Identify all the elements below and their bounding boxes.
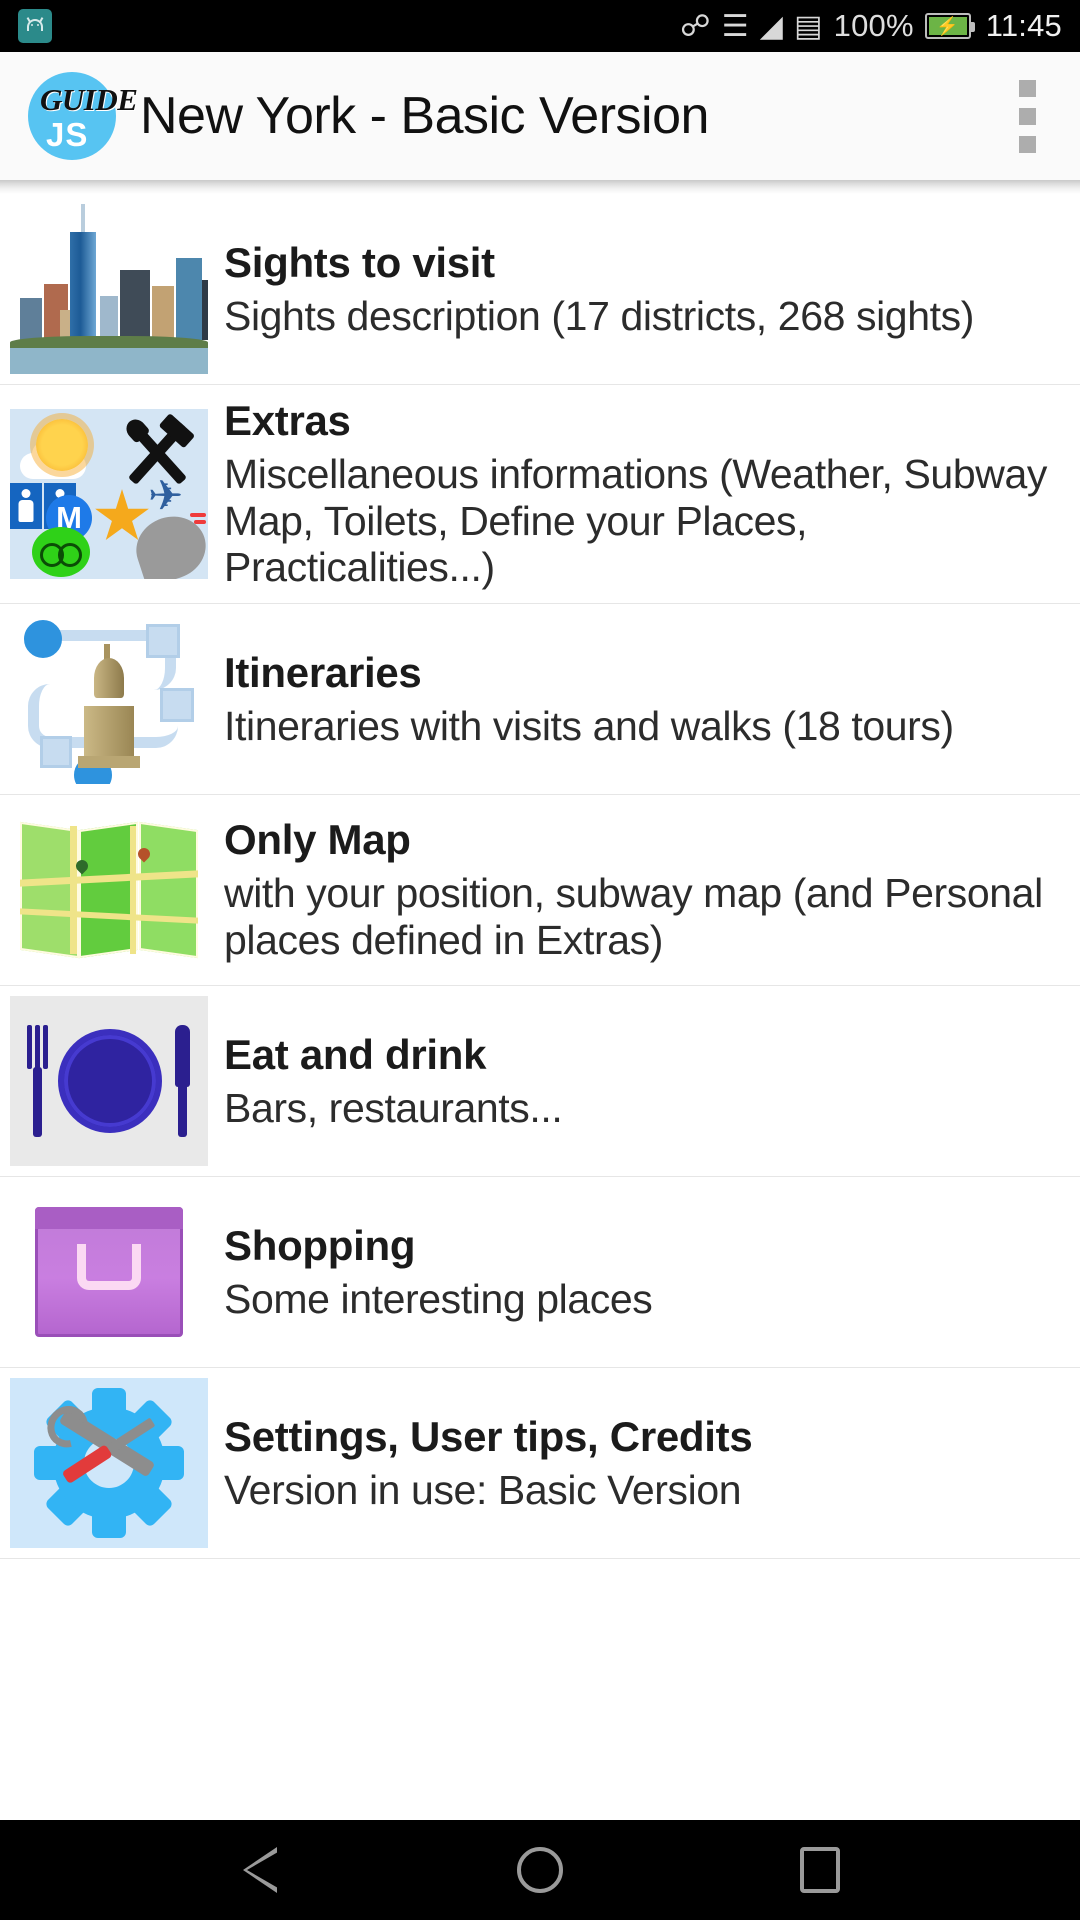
wifi-icon: ◢ (759, 9, 784, 43)
app-bar-divider (0, 180, 1080, 194)
list-item-subtitle: Version in use: Basic Version (224, 1466, 742, 1513)
logo-js-text: JS (46, 116, 89, 153)
list-item[interactable]: Eat and drink Bars, restaurants... (0, 986, 1080, 1178)
status-bar-clock: 11:45 (985, 8, 1062, 43)
list-item-title: Shopping (224, 1221, 416, 1269)
menu-list: Sights to visit Sights description (17 d… (0, 194, 1080, 1560)
list-item-subtitle: Itineraries with visits and walks (18 to… (224, 702, 954, 749)
list-item-text: Only Map with your position, subway map … (220, 795, 1080, 985)
list-item[interactable]: Settings, User tips, Credits Version in … (0, 1368, 1080, 1560)
status-bar: ☍ ☰ ◢ ▤ 100% ⚡ 11:45 (0, 0, 1080, 52)
list-item-title: Itineraries (224, 648, 422, 696)
list-item-title: Sights to visit (224, 238, 495, 286)
overflow-menu-icon[interactable] (1000, 71, 1054, 161)
list-item-subtitle: Sights description (17 districts, 268 si… (224, 292, 974, 339)
android-notification-icon (18, 9, 52, 43)
battery-charging-icon: ⚡ (924, 13, 975, 39)
list-item-subtitle: Some interesting places (224, 1275, 653, 1322)
bluetooth-icon: ☍ (680, 9, 711, 43)
guide-js-logo: GUIDE JS (26, 70, 138, 162)
home-circle-icon[interactable] (500, 1830, 580, 1910)
list-item-text: Sights to visit Sights description (17 d… (220, 194, 1080, 384)
recents-square-icon[interactable] (780, 1830, 860, 1910)
list-item[interactable]: Itineraries Itineraries with visits and … (0, 604, 1080, 796)
logo-guide-text: GUIDE (40, 82, 138, 117)
list-item-text: Shopping Some interesting places (220, 1177, 1080, 1367)
list-item-text: Eat and drink Bars, restaurants... (220, 986, 1080, 1176)
list-item-text: Extras Miscellaneous informations (Weath… (220, 385, 1080, 603)
back-triangle-icon[interactable] (220, 1830, 300, 1910)
status-bar-left (18, 9, 52, 43)
list-item-text: Settings, User tips, Credits Version in … (220, 1368, 1080, 1558)
list-item-subtitle: Miscellaneous informations (Weather, Sub… (224, 451, 1047, 591)
list-item-subtitle: with your position, subway map (and Pers… (224, 870, 1043, 964)
plate-cutlery-thumbnail (0, 986, 220, 1176)
android-navigation-bar (0, 1820, 1080, 1920)
list-item-subtitle: Bars, restaurants... (224, 1084, 563, 1131)
battery-percent: 100% (833, 8, 914, 43)
list-item-title: Settings, User tips, Credits (224, 1412, 753, 1460)
list-item-title: Eat and drink (224, 1030, 487, 1078)
list-item[interactable]: M ✈ Extras Miscellaneous informations (W… (0, 385, 1080, 605)
status-bar-right: ☍ ☰ ◢ ▤ 100% ⚡ 11:45 (680, 8, 1062, 44)
nyc-skyline-thumbnail (0, 194, 220, 384)
list-item-title: Extras (224, 397, 351, 444)
list-item-title: Only Map (224, 816, 411, 864)
list-item[interactable]: Sights to visit Sights description (17 d… (0, 194, 1080, 385)
list-item[interactable]: Shopping Some interesting places (0, 1177, 1080, 1369)
folded-map-thumbnail (0, 795, 220, 985)
sim-card-icon: ▤ (794, 9, 823, 43)
shopping-bag-thumbnail (0, 1177, 220, 1367)
list-item-text: Itineraries Itineraries with visits and … (220, 604, 1080, 794)
settings-gear-tools-thumbnail (0, 1368, 220, 1558)
page-title: New York - Basic Version (140, 87, 709, 145)
app-bar: GUIDE JS New York - Basic Version (0, 52, 1080, 180)
list-item[interactable]: Only Map with your position, subway map … (0, 795, 1080, 987)
extras-collage-thumbnail: M ✈ (0, 385, 220, 603)
itinerary-route-thumbnail (0, 604, 220, 794)
vibrate-icon: ☰ (721, 9, 749, 43)
